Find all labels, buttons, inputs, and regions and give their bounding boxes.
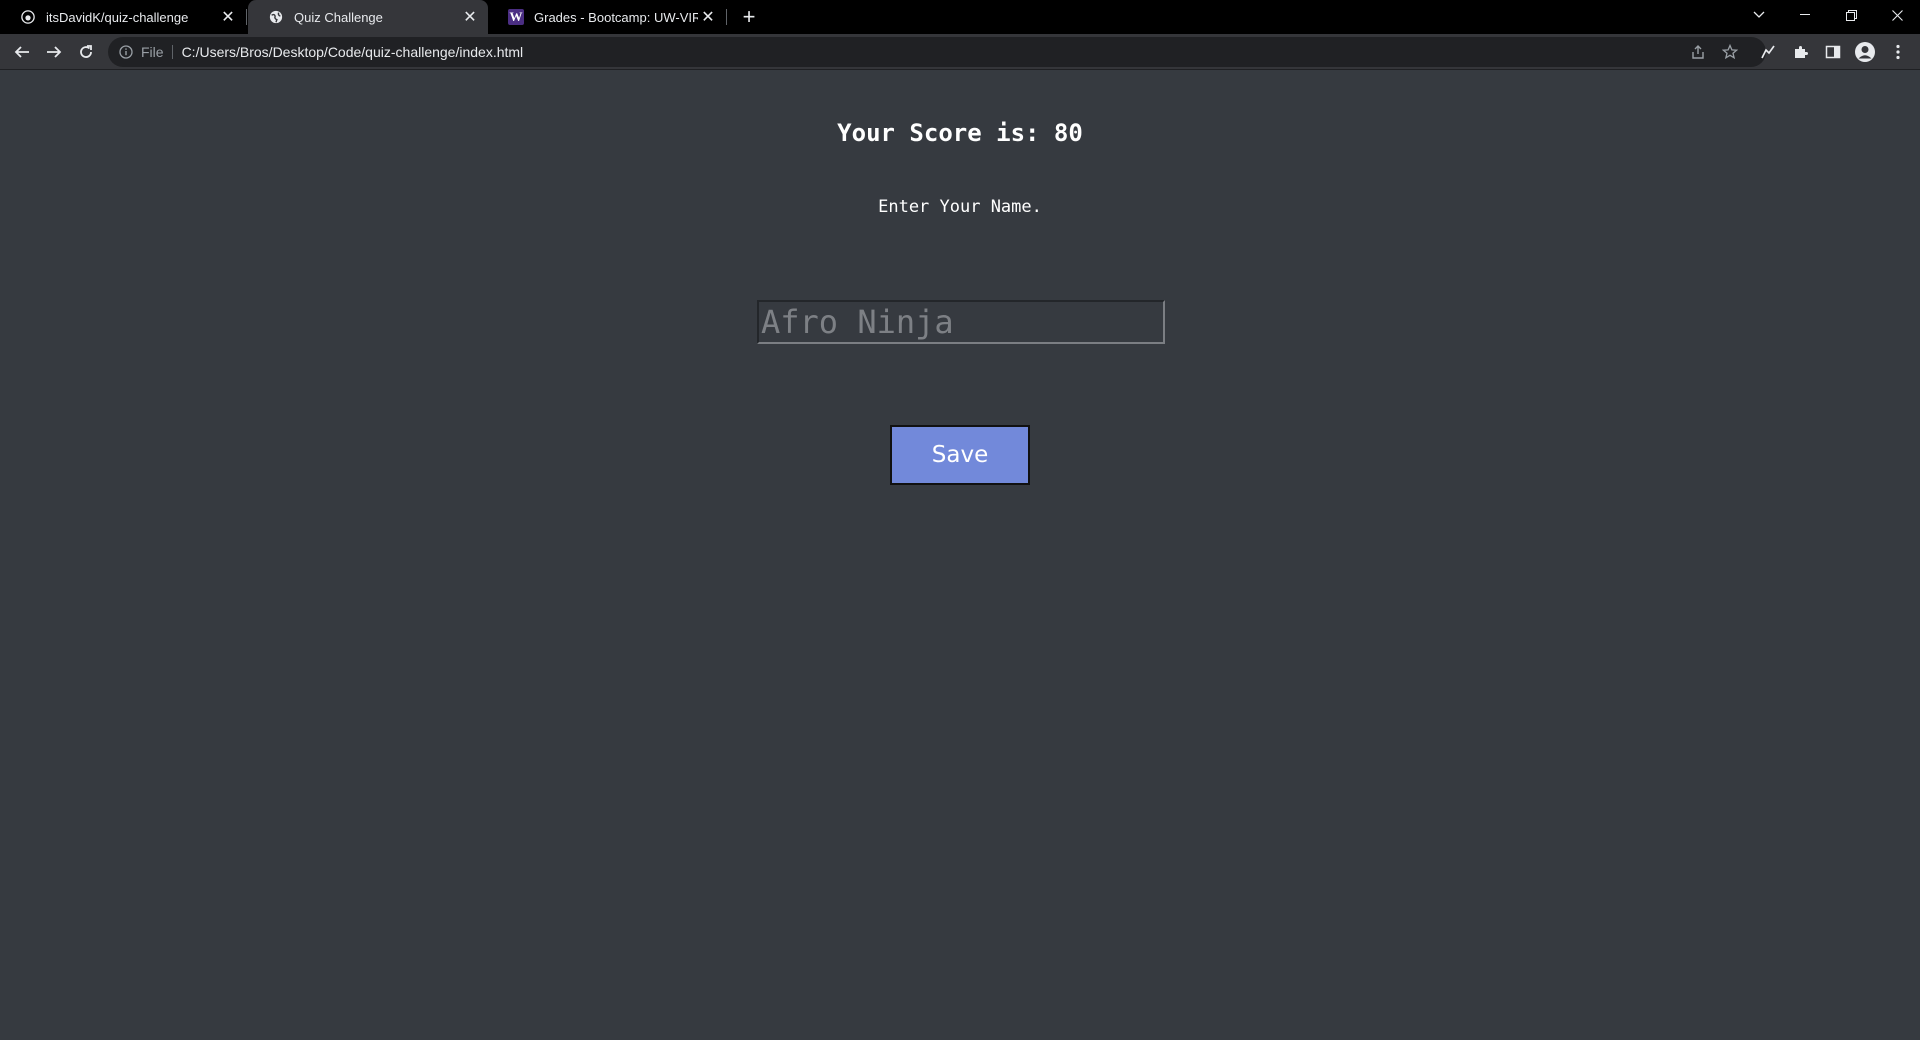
- side-panel-icon[interactable]: [1821, 40, 1845, 64]
- tab-search-chevron-icon[interactable]: [1736, 0, 1782, 30]
- back-arrow-icon[interactable]: [8, 38, 36, 66]
- scheme-label: File: [141, 45, 173, 59]
- share-icon[interactable]: [1688, 42, 1708, 62]
- profile-icon[interactable]: [1853, 40, 1877, 64]
- minimize-icon[interactable]: [1782, 0, 1828, 30]
- pen-icon[interactable]: [1756, 40, 1780, 64]
- uw-w-icon: W: [508, 9, 524, 25]
- globe-icon: [268, 9, 284, 25]
- close-window-icon[interactable]: [1874, 0, 1920, 30]
- tab-grades[interactable]: W Grades - Bootcamp: UW-VIRT-FS ✕: [488, 0, 726, 34]
- address-bar[interactable]: File: [108, 37, 1766, 67]
- forward-arrow-icon[interactable]: [40, 38, 68, 66]
- tab-quiz-challenge[interactable]: Quiz Challenge ✕: [248, 0, 488, 34]
- github-icon: [20, 9, 36, 25]
- name-input[interactable]: [757, 300, 1165, 344]
- puzzle-icon[interactable]: [1789, 40, 1813, 64]
- tab-title: Grades - Bootcamp: UW-VIRT-FS: [534, 9, 698, 25]
- name-prompt: Enter Your Name.: [878, 197, 1042, 217]
- tab-title: Quiz Challenge: [294, 9, 383, 25]
- reload-icon[interactable]: [72, 38, 100, 66]
- close-icon[interactable]: ✕: [698, 7, 718, 27]
- page-content: Your Score is: 80 Enter Your Name. Save: [0, 71, 1920, 1040]
- tab-github[interactable]: itsDavidK/quiz-challenge ✕: [0, 0, 246, 34]
- close-icon[interactable]: ✕: [218, 7, 238, 27]
- tab-strip: itsDavidK/quiz-challenge ✕ Quiz Challeng…: [0, 0, 1920, 34]
- info-icon[interactable]: [118, 44, 134, 60]
- score-heading: Your Score is: 80: [837, 119, 1083, 147]
- tab-divider: [726, 9, 727, 25]
- tab-divider: [246, 9, 247, 25]
- new-tab-button[interactable]: +: [736, 4, 762, 30]
- kebab-menu-icon[interactable]: [1886, 40, 1910, 64]
- close-icon[interactable]: ✕: [460, 7, 480, 27]
- save-button[interactable]: Save: [890, 425, 1030, 485]
- url-input[interactable]: [181, 44, 1582, 60]
- restore-icon[interactable]: [1828, 0, 1874, 30]
- star-icon[interactable]: [1720, 42, 1740, 62]
- browser-toolbar: File: [0, 34, 1920, 70]
- tab-title: itsDavidK/quiz-challenge: [46, 9, 189, 25]
